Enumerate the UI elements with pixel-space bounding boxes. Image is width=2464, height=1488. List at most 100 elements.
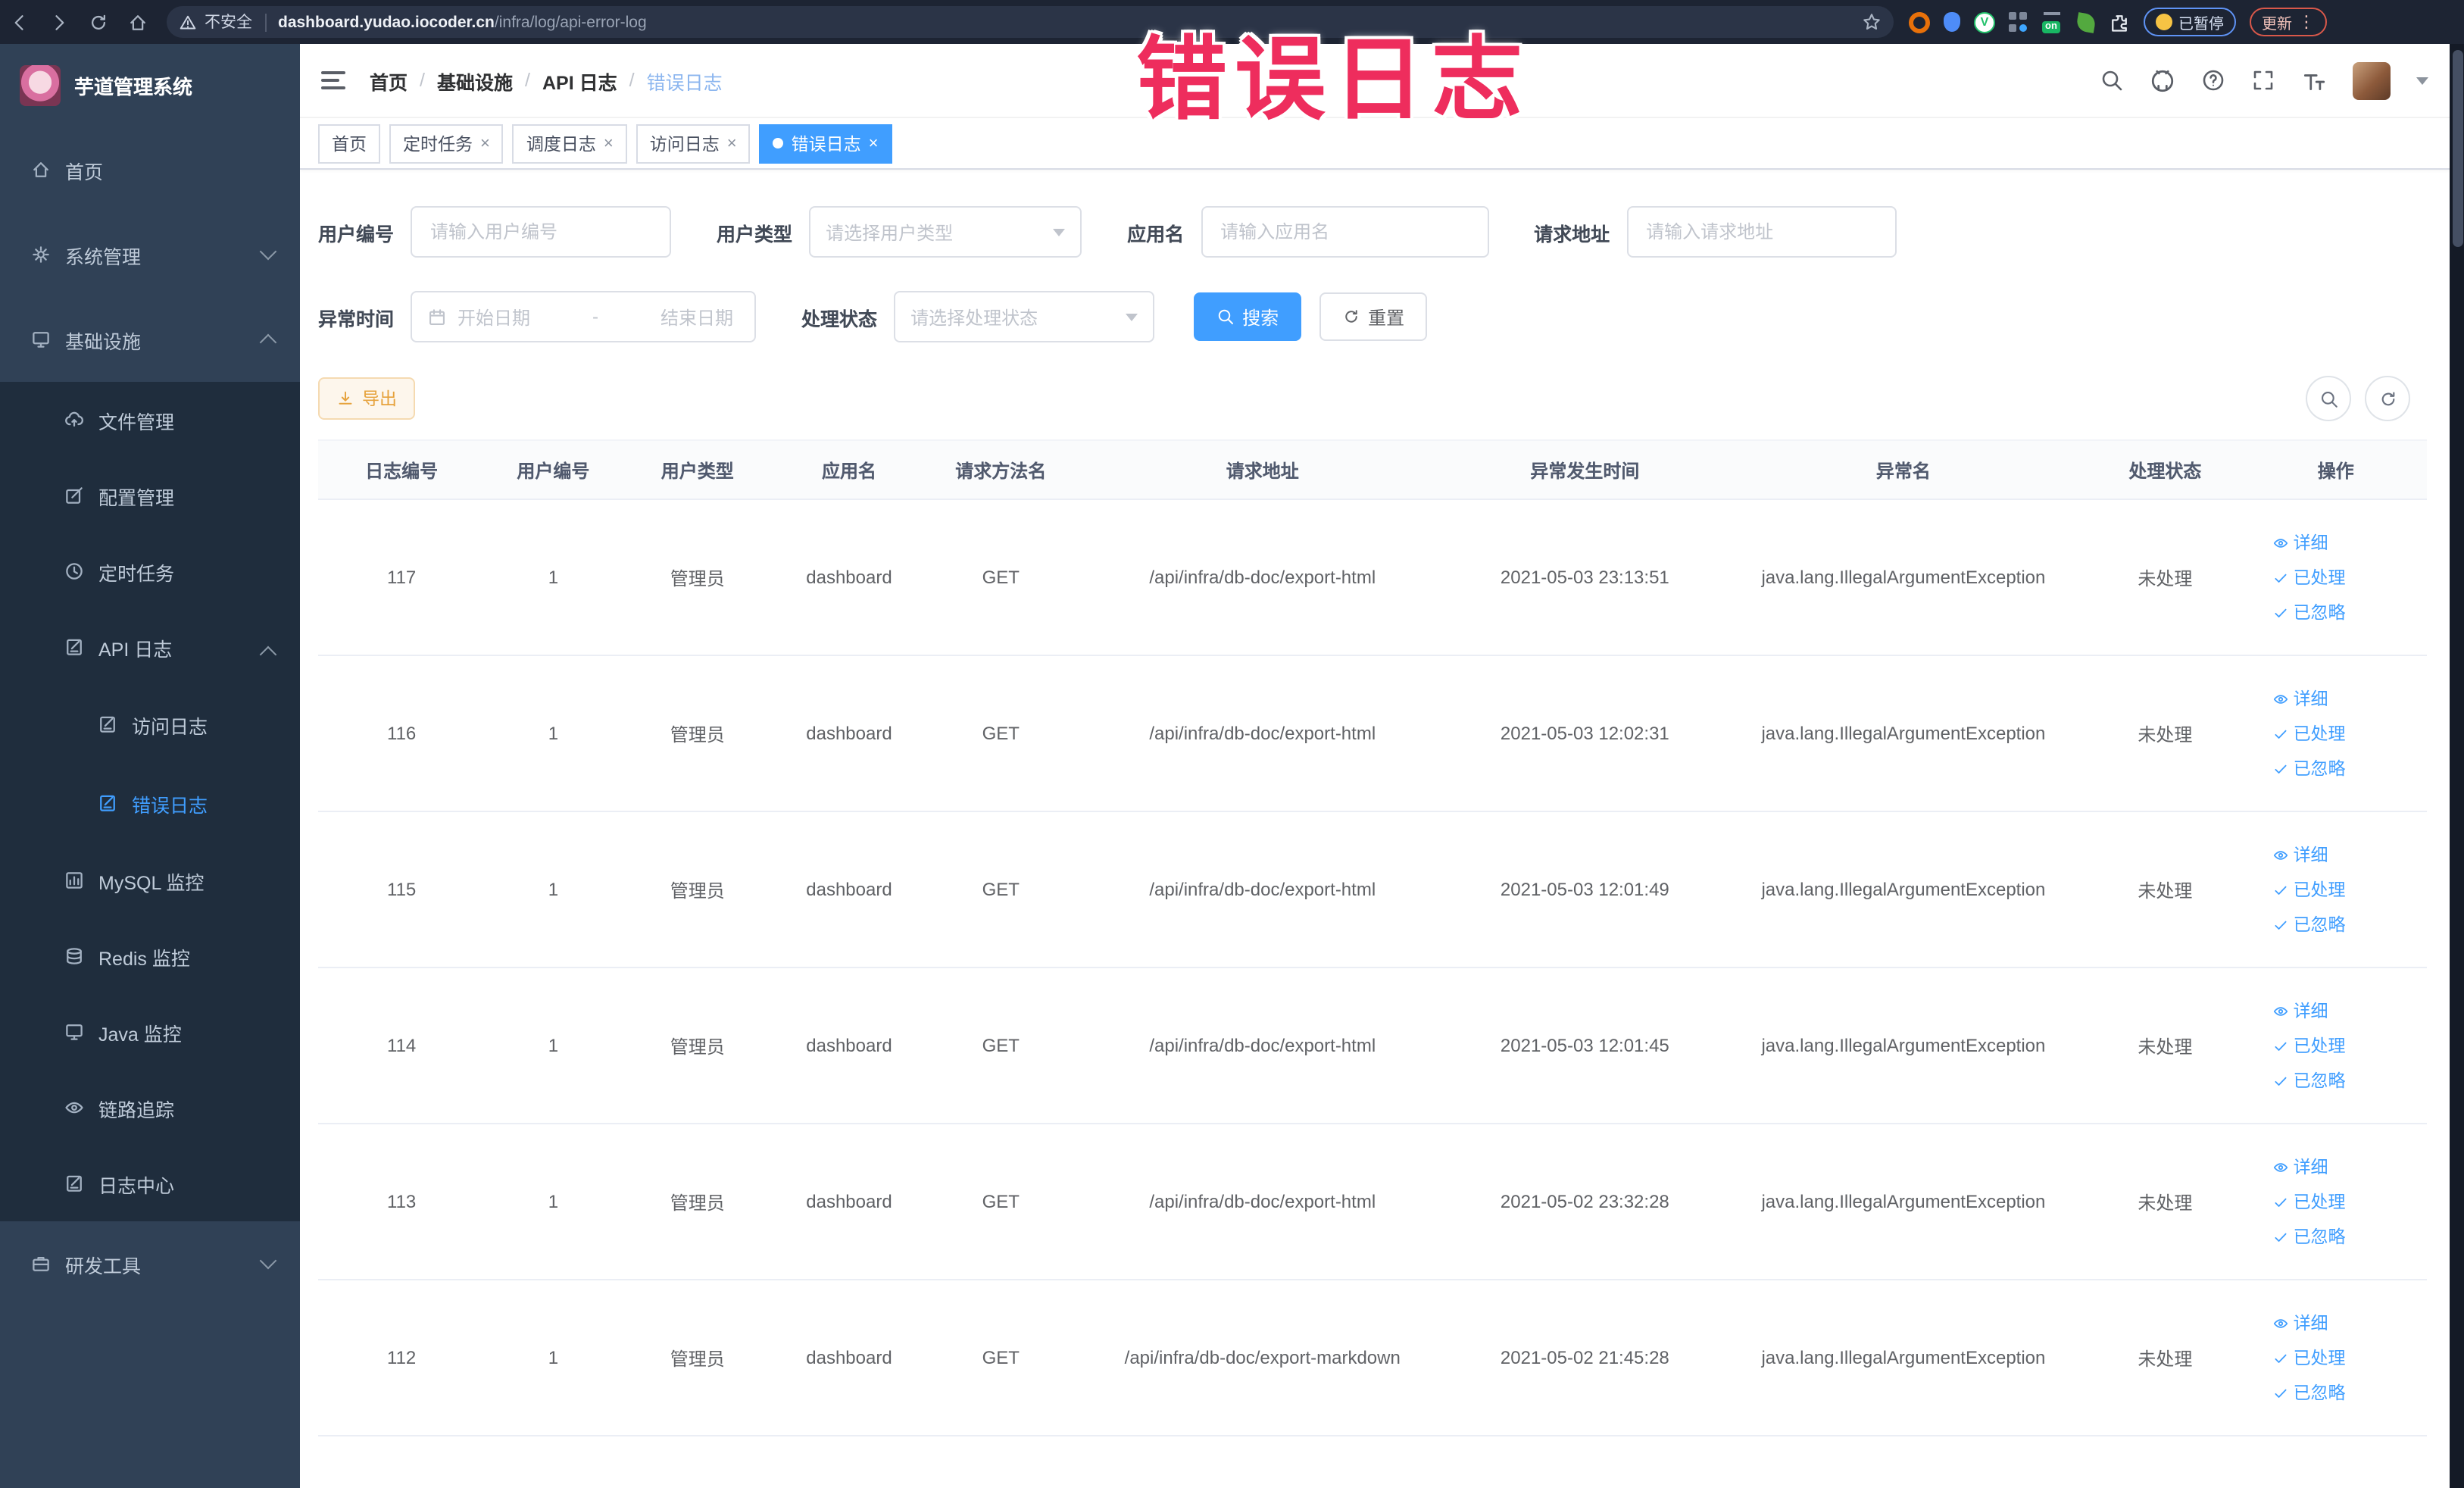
github-icon[interactable] (2150, 67, 2175, 93)
breadcrumb-api-log[interactable]: API 日志 (542, 66, 617, 95)
extensions-puzzle-icon[interactable] (2109, 11, 2130, 33)
font-size-icon[interactable] (2301, 67, 2327, 93)
clock-icon (64, 560, 85, 582)
action-detail-link[interactable]: 详细 (2272, 530, 2328, 555)
extension-green-check-icon[interactable]: V (1974, 11, 1995, 33)
browser-forward-icon[interactable] (39, 11, 79, 33)
action-detail-link[interactable]: 详细 (2272, 1155, 2328, 1179)
browser-update-button[interactable]: 更新 ⋮ (2250, 8, 2327, 36)
process-status-select[interactable]: 请选择处理状态 (894, 291, 1155, 342)
sidebar-item-2[interactable]: 基础设施 (0, 297, 300, 382)
sidebar-item-11[interactable]: Java 监控 (0, 994, 300, 1070)
profile-paused-badge[interactable]: 已暂停 (2144, 8, 2236, 36)
sidebar-item-8[interactable]: 错误日志 (0, 764, 300, 842)
sidebar-item-3[interactable]: 文件管理 (0, 382, 300, 458)
action-processed-link[interactable]: 已处理 (2272, 721, 2346, 746)
help-icon[interactable] (2201, 68, 2225, 92)
scrollbar-thumb[interactable] (2452, 50, 2462, 247)
action-detail-link[interactable]: 详细 (2272, 842, 2328, 867)
extension-shield-icon[interactable] (1944, 12, 1960, 32)
search-icon[interactable] (2100, 68, 2124, 92)
tab-1[interactable]: 定时任务 × (389, 123, 504, 163)
sidebar-item-9[interactable]: MySQL 监控 (0, 842, 300, 918)
sidebar-item-0[interactable]: 首页 (0, 127, 300, 212)
extension-switch-icon[interactable]: on (2042, 12, 2063, 33)
extension-grid-icon[interactable] (2009, 12, 2028, 32)
col-header-6: 异常发生时间 (1448, 439, 1722, 500)
breadcrumb: 首页 / 基础设施 / API 日志 / 错误日志 (370, 66, 723, 95)
user-id-label: 用户编号 (318, 224, 395, 245)
action-ignored-link[interactable]: 已忽略 (2272, 756, 2346, 780)
sidebar-item-4[interactable]: 配置管理 (0, 458, 300, 533)
breadcrumb-home[interactable]: 首页 (370, 66, 408, 95)
user-id-input[interactable] (427, 220, 655, 244)
user-avatar[interactable] (2353, 61, 2391, 99)
bookmark-star-icon[interactable] (1862, 12, 1882, 32)
hide-search-button[interactable] (2306, 376, 2351, 421)
sidebar-item-1[interactable]: 系统管理 (0, 212, 300, 297)
sidebar-item-6[interactable]: API 日志 (0, 609, 300, 685)
browser-back-icon[interactable] (0, 11, 39, 33)
close-icon[interactable]: × (480, 134, 490, 152)
action-processed-link[interactable]: 已处理 (2272, 1033, 2346, 1058)
user-menu-caret-icon[interactable] (2416, 77, 2428, 84)
action-detail-link[interactable]: 详细 (2272, 1311, 2328, 1335)
stack-icon (64, 945, 85, 967)
tab-4[interactable]: 错误日志 × (759, 123, 892, 163)
page-scrollbar[interactable] (2450, 44, 2464, 1488)
action-ignored-link[interactable]: 已忽略 (2272, 912, 2346, 936)
close-icon[interactable]: × (604, 134, 614, 152)
reset-button[interactable]: 重置 (1319, 292, 1428, 341)
sidebar-item-10[interactable]: Redis 监控 (0, 918, 300, 994)
sidebar-toggle-icon[interactable] (321, 71, 345, 89)
security-warning-icon[interactable] (179, 13, 197, 31)
sidebar-item-12[interactable]: 链路追踪 (0, 1070, 300, 1146)
action-processed-link[interactable]: 已处理 (2272, 877, 2346, 902)
chevron-down-icon (259, 242, 277, 261)
cell-异常名: java.lang.IllegalArgumentException (1721, 1124, 2086, 1280)
log-icon (64, 636, 85, 658)
user-type-select[interactable]: 请选择用户类型 (809, 206, 1082, 258)
date-range-picker[interactable]: 开始日期 - 结束日期 (411, 291, 757, 342)
action-ignored-link[interactable]: 已忽略 (2272, 600, 2346, 624)
sidebar-item-13[interactable]: 日志中心 (0, 1146, 300, 1221)
app-name-input[interactable] (1217, 220, 1472, 244)
tab-0[interactable]: 首页 (318, 123, 380, 163)
tab-3[interactable]: 访问日志 × (636, 123, 751, 163)
extension-orange-icon[interactable] (1909, 11, 1930, 33)
cell-处理状态: 未处理 (2085, 811, 2245, 968)
action-processed-link[interactable]: 已处理 (2272, 1189, 2346, 1214)
browser-home-icon[interactable] (118, 11, 158, 33)
breadcrumb-infra[interactable]: 基础设施 (437, 66, 513, 95)
export-button[interactable]: 导出 (318, 377, 415, 420)
sidebar-logo-row[interactable]: 芋道管理系统 (0, 44, 300, 127)
sidebar-item-14[interactable]: 研发工具 (0, 1221, 300, 1306)
request-url-input-wrap (1626, 206, 1897, 258)
monitor-icon (64, 1021, 85, 1043)
search-button[interactable]: 搜索 (1194, 292, 1302, 341)
browser-reload-icon[interactable] (79, 11, 118, 33)
browser-menu-icon[interactable]: ⋮ (2298, 12, 2315, 32)
sidebar-item-7[interactable]: 访问日志 (0, 685, 300, 764)
request-url-input[interactable] (1643, 220, 1880, 244)
extension-plant-icon[interactable] (2075, 11, 2097, 33)
action-processed-link[interactable]: 已处理 (2272, 565, 2346, 589)
cell-用户类型: 管理员 (621, 655, 773, 812)
cell-请求方法名: GET (925, 1124, 1077, 1280)
address-bar[interactable]: 不安全 dashboard.yudao.iocoder.cn/infra/log… (167, 6, 1894, 38)
action-ignored-link[interactable]: 已忽略 (2272, 1068, 2346, 1093)
action-ignored-link[interactable]: 已忽略 (2272, 1224, 2346, 1249)
action-processed-link[interactable]: 已处理 (2272, 1346, 2346, 1370)
refresh-table-button[interactable] (2365, 376, 2410, 421)
table-row: 116 1 管理员 dashboard GET/api/infra/db-doc/exp… (318, 655, 2427, 812)
action-ignored-link[interactable]: 已忽略 (2272, 1380, 2346, 1405)
tab-2[interactable]: 调度日志 × (512, 123, 627, 163)
security-badge[interactable]: 不安全 (205, 11, 252, 33)
sidebar-item-5[interactable]: 定时任务 (0, 533, 300, 609)
close-icon[interactable]: × (727, 134, 737, 152)
fullscreen-icon[interactable] (2251, 68, 2275, 92)
cell-异常发生时间: 2021-05-03 23:13:51 (1448, 499, 1722, 656)
close-icon[interactable]: × (869, 134, 879, 152)
action-detail-link[interactable]: 详细 (2272, 686, 2328, 711)
action-detail-link[interactable]: 详细 (2272, 999, 2328, 1023)
